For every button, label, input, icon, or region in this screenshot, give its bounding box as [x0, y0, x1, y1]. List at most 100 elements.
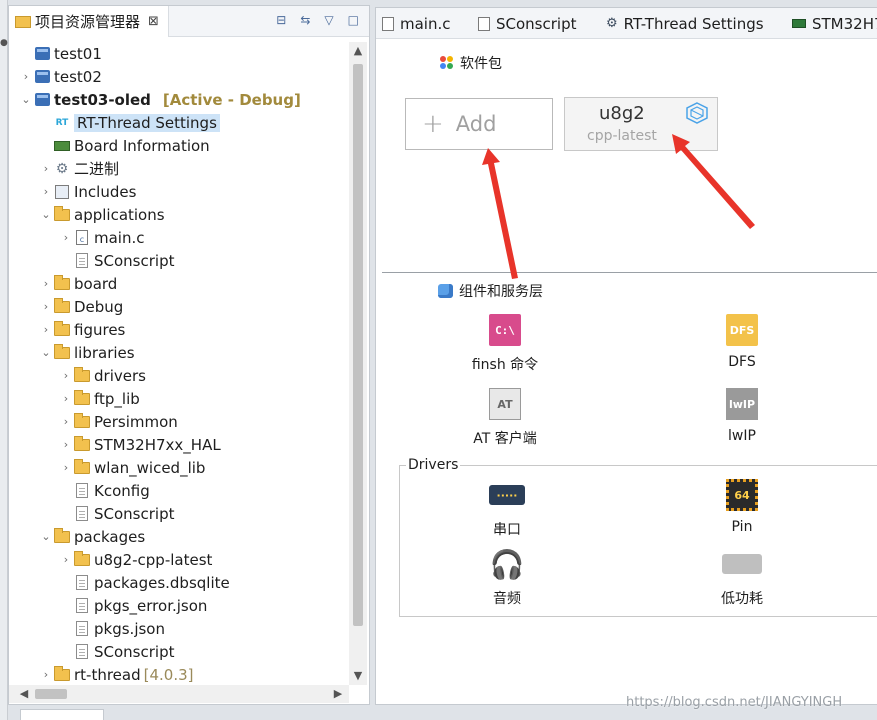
chevron-down-icon[interactable]: ⌄ [19, 93, 33, 106]
tree-item-board-information[interactable]: Board Information [9, 134, 347, 157]
chevron-right-icon[interactable]: › [39, 162, 53, 175]
file-icon [478, 16, 490, 31]
tree-item-u8g2-cpp-latest[interactable]: › u8g2-cpp-latest [9, 548, 347, 571]
tree-item-main-c[interactable]: › c main.c [9, 226, 347, 249]
package-cube-icon [686, 102, 708, 124]
serial-port-icon: ····· [489, 485, 525, 505]
component-finsh[interactable]: C:\ finsh 命令 [440, 314, 570, 374]
tree-item-persimmon[interactable]: › Persimmon [9, 410, 347, 433]
chevron-right-icon[interactable]: › [59, 392, 73, 405]
component-label: DFS [728, 354, 756, 370]
cube-icon [438, 284, 453, 298]
add-package-button[interactable]: + Add [405, 98, 553, 150]
tree-item-rt-thread-settings[interactable]: RT RT-Thread Settings [9, 111, 347, 134]
tree-item-wlan-wiced-lib[interactable]: › wlan_wiced_lib [9, 456, 347, 479]
chevron-right-icon[interactable]: › [39, 300, 53, 313]
tree-item-libraries[interactable]: ⌄ libraries [9, 341, 347, 364]
tab-stm32h7[interactable]: STM32H7 [786, 8, 877, 38]
tree-item-sconscript[interactable]: SConscript [9, 502, 347, 525]
component-at-client[interactable]: AT AT 客户端 [440, 388, 570, 448]
project-icon [33, 46, 51, 62]
scroll-left-icon[interactable]: ◀ [15, 685, 33, 703]
tree-item-figures[interactable]: › figures [9, 318, 347, 341]
vertical-scrollbar[interactable]: ▲ ▼ [349, 42, 367, 685]
driver-audio[interactable]: 🎧 音频 [442, 548, 572, 608]
tree-item-stm32h7xx-hal[interactable]: › STM32H7xx_HAL [9, 433, 347, 456]
tab-rt-thread-settings[interactable]: ⚙ RT-Thread Settings [600, 8, 764, 38]
scroll-thumb[interactable] [35, 689, 67, 699]
chevron-down-icon[interactable]: ⌄ [39, 208, 53, 221]
at-icon: AT [489, 388, 521, 420]
file-icon [73, 598, 91, 614]
link-editor-icon[interactable]: ⇆ [300, 13, 310, 27]
close-icon[interactable]: ⊠ [148, 14, 159, 29]
tree-item-binaries[interactable]: › ⚙ 二进制 [9, 157, 347, 180]
chevron-right-icon[interactable]: › [59, 415, 73, 428]
chevron-down-icon[interactable]: ⌄ [39, 530, 53, 543]
battery-icon [722, 554, 762, 574]
file-icon [73, 644, 91, 660]
tree-item-ftp-lib[interactable]: › ftp_lib [9, 387, 347, 410]
tree-item-includes[interactable]: › Includes [9, 180, 347, 203]
package-card-u8g2[interactable]: u8g2 cpp-latest [564, 97, 718, 151]
chevron-right-icon[interactable]: › [59, 461, 73, 474]
scroll-thumb[interactable] [353, 64, 363, 626]
bottom-panel-tab[interactable] [20, 709, 104, 720]
tree-item-pkgs-error-json[interactable]: pkgs_error.json [9, 594, 347, 617]
tree-item-board[interactable]: › board [9, 272, 347, 295]
tab-main-c[interactable]: main.c [376, 8, 451, 38]
driver-label: 串口 [493, 522, 521, 538]
component-dfs[interactable]: DFS DFS [677, 314, 807, 370]
terminal-icon: C:\ [489, 314, 521, 346]
driver-label: Pin [731, 519, 753, 535]
scroll-right-icon[interactable]: ▶ [329, 685, 347, 703]
tree-item-rt-thread[interactable]: › rt-thread [4.0.3] [9, 663, 347, 682]
maximize-icon[interactable]: □ [348, 13, 359, 27]
chevron-right-icon[interactable]: › [59, 438, 73, 451]
chevron-right-icon[interactable]: › [59, 369, 73, 382]
tree-item-sconscript[interactable]: SConscript [9, 249, 347, 272]
chevron-right-icon[interactable]: › [59, 231, 73, 244]
scroll-down-icon[interactable]: ▼ [349, 667, 367, 685]
tree-item-applications[interactable]: ⌄ applications [9, 203, 347, 226]
chevron-right-icon[interactable]: › [19, 70, 33, 83]
tab-sconscript[interactable]: SConscript [472, 8, 576, 38]
tree-item-debug[interactable]: › Debug [9, 295, 347, 318]
component-lwip[interactable]: lwIP lwIP [677, 388, 807, 444]
chevron-down-icon[interactable]: ⌄ [39, 346, 53, 359]
tree-item-test01[interactable]: test01 [9, 42, 347, 65]
driver-serial[interactable]: ····· 串口 [442, 479, 572, 539]
folder-icon [73, 389, 91, 407]
chevron-right-icon[interactable]: › [39, 277, 53, 290]
tree-item-label: u8g2-cpp-latest [94, 550, 213, 569]
tree-item-test03-oled[interactable]: ⌄ test03-oled [Active - Debug] [9, 88, 347, 111]
scroll-up-icon[interactable]: ▲ [349, 42, 367, 60]
tree-item-packages[interactable]: ⌄ packages [9, 525, 347, 548]
tree-item-label: libraries [74, 343, 135, 362]
tree-item-kconfig[interactable]: Kconfig [9, 479, 347, 502]
view-menu-icon[interactable]: ▽ [324, 13, 333, 27]
tree-item-label: packages.dbsqlite [94, 573, 230, 592]
folder-icon [53, 665, 71, 683]
chevron-right-icon[interactable]: › [39, 323, 53, 336]
tree-item-sconscript[interactable]: SConscript [9, 640, 347, 663]
folder-icon [73, 458, 91, 476]
tree-item-drivers[interactable]: › drivers [9, 364, 347, 387]
tab-label: RT-Thread Settings [623, 14, 764, 33]
chevron-right-icon[interactable]: › [39, 185, 53, 198]
tree-item-pkgs-json[interactable]: pkgs.json [9, 617, 347, 640]
tree-item-label: main.c [94, 228, 145, 247]
driver-low-power[interactable]: 低功耗 [677, 548, 807, 608]
collapse-all-icon[interactable]: ⊟ [276, 13, 286, 27]
chevron-right-icon[interactable]: › [39, 668, 53, 681]
components-title: 组件和服务层 [438, 281, 543, 301]
chevron-right-icon[interactable]: › [59, 553, 73, 566]
component-label: AT 客户端 [473, 431, 537, 447]
tree-item-packages-dbsqlite[interactable]: packages.dbsqlite [9, 571, 347, 594]
tree-item-test02[interactable]: › test02 [9, 65, 347, 88]
driver-pin[interactable]: 64 Pin [677, 479, 807, 535]
includes-icon [53, 184, 71, 200]
horizontal-scrollbar[interactable]: ◀ ▶ [9, 685, 349, 703]
explorer-tab[interactable]: 项目资源管理器 ⊠ [9, 6, 169, 37]
file-icon [73, 575, 91, 591]
